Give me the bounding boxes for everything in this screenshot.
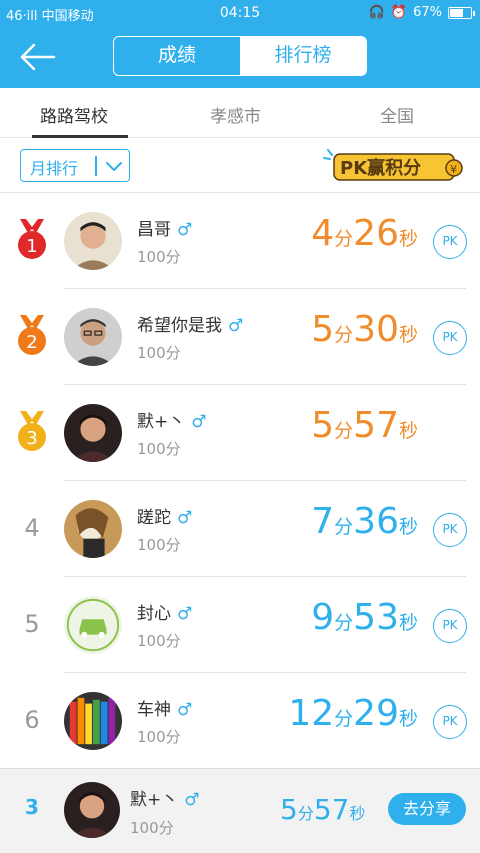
avatar[interactable] xyxy=(64,404,122,462)
user-score: 100分 xyxy=(137,536,181,554)
exam-time: 7分36秒 xyxy=(311,501,418,542)
chevron-down-icon xyxy=(106,162,122,171)
male-icon: ♂ xyxy=(177,604,193,624)
user-name: 希望你是我 ♂ xyxy=(137,316,244,336)
my-rank-bar: 3 默+丶 ♂ 100分 5分57秒 去分享 xyxy=(0,768,480,853)
avatar[interactable] xyxy=(64,308,122,366)
list-item[interactable]: 3 默+丶 ♂ 100分 5分57秒 xyxy=(0,385,480,481)
svg-text:PK赢积分: PK赢积分 xyxy=(340,157,421,179)
avatar-photo-young-icon xyxy=(64,404,122,462)
user-name: 车神 ♂ xyxy=(137,700,193,720)
rank-number: 6 xyxy=(24,706,40,734)
dropdown-divider xyxy=(95,156,97,176)
period-dropdown[interactable]: 月排行 xyxy=(20,149,130,182)
segmented-control: 成绩 排行榜 xyxy=(113,36,367,76)
exam-time: 9分53秒 xyxy=(311,597,418,638)
status-icons: 🎧 ⏰ 67% xyxy=(368,5,475,20)
my-avatar[interactable] xyxy=(64,782,120,838)
avatar-photo-icon xyxy=(64,782,120,838)
avatar-photo-boy-icon xyxy=(64,212,122,270)
headset-icon: 🎧 xyxy=(368,5,385,20)
alarm-icon: ⏰ xyxy=(390,5,408,20)
dropdown-value: 月排行 xyxy=(30,159,79,178)
list-item[interactable]: 1 昌哥 ♂ 100分 4分26秒 PK xyxy=(0,193,480,289)
male-icon: ♂ xyxy=(177,220,193,240)
header: 成绩 排行榜 xyxy=(0,26,480,88)
my-name: 默+丶 ♂ xyxy=(130,790,200,810)
medal-icon: 1 xyxy=(18,219,46,259)
exam-time: 4分26秒 xyxy=(311,213,418,254)
avatar-photo-girl-icon xyxy=(64,500,122,558)
user-score: 100分 xyxy=(137,248,181,266)
segment-scores[interactable]: 成绩 xyxy=(114,37,240,75)
battery-percent: 67% xyxy=(413,5,442,20)
user-score: 100分 xyxy=(137,440,181,458)
segment-leaderboard[interactable]: 排行榜 xyxy=(240,37,366,75)
user-name: 昌哥 ♂ xyxy=(137,220,193,240)
avatar[interactable] xyxy=(64,692,122,750)
pk-logo-icon: PK赢积分 ¥ xyxy=(323,149,463,181)
male-icon: ♂ xyxy=(177,700,193,720)
avatar[interactable] xyxy=(64,596,122,654)
male-icon: ♂ xyxy=(191,412,207,432)
back-arrow-icon xyxy=(20,43,56,71)
list-item[interactable]: 2 希望你是我 ♂ 100分 5分30秒 PK xyxy=(0,289,480,385)
battery-icon xyxy=(448,6,475,19)
pk-button[interactable]: PK xyxy=(433,513,467,547)
medal-icon: 2 xyxy=(18,315,46,355)
tab-national[interactable]: 全国 xyxy=(380,102,414,127)
list-item[interactable]: 6 车神 ♂ 100分 12分29秒 PK xyxy=(0,673,480,769)
back-button[interactable] xyxy=(18,40,58,74)
user-name: 默+丶 ♂ xyxy=(137,412,207,432)
avatar[interactable] xyxy=(64,500,122,558)
filter-row: 月排行 PK赢积分 ¥ xyxy=(0,138,480,193)
avatar-car-icon-icon xyxy=(64,596,122,654)
status-bar: 46·ill 中国移动 04:15 🎧 ⏰ 67% xyxy=(0,0,480,26)
share-button[interactable]: 去分享 xyxy=(388,793,466,825)
user-score: 100分 xyxy=(137,632,181,650)
rank-number: 5 xyxy=(24,610,40,638)
avatar-photo-glasses-icon xyxy=(64,308,122,366)
tab-school[interactable]: 路路驾校 xyxy=(40,102,108,127)
male-icon: ♂ xyxy=(177,508,193,528)
rank-number: 2 xyxy=(26,332,37,353)
user-score: 100分 xyxy=(137,728,181,746)
exam-time: 5分57秒 xyxy=(311,405,418,446)
user-name: 蹉跎 ♂ xyxy=(137,508,193,528)
pk-button[interactable]: PK xyxy=(433,225,467,259)
exam-time: 5分30秒 xyxy=(311,309,418,350)
rank-number: 1 xyxy=(26,236,37,257)
scope-tabs: 路路驾校 孝感市 全国 xyxy=(0,88,480,138)
male-icon: ♂ xyxy=(228,316,244,336)
user-score: 100分 xyxy=(137,344,181,362)
avatar[interactable] xyxy=(64,212,122,270)
my-rank-number: 3 xyxy=(25,795,39,819)
list-item[interactable]: 5 封心 ♂ 100分 9分53秒 PK xyxy=(0,577,480,673)
pk-button[interactable]: PK xyxy=(433,609,467,643)
user-name: 封心 ♂ xyxy=(137,604,193,624)
my-score: 100分 xyxy=(130,819,174,837)
list-item[interactable]: 4 蹉跎 ♂ 100分 7分36秒 PK xyxy=(0,481,480,577)
pk-button[interactable]: PK xyxy=(433,321,467,355)
pk-button[interactable]: PK xyxy=(433,705,467,739)
avatar-pencils-icon xyxy=(64,692,122,750)
tab-city[interactable]: 孝感市 xyxy=(210,102,261,127)
medal-icon: 3 xyxy=(18,411,46,451)
my-time: 5分57秒 xyxy=(280,793,366,826)
male-icon: ♂ xyxy=(184,790,200,810)
pk-points-banner[interactable]: PK赢积分 ¥ xyxy=(322,146,468,186)
exam-time: 12分29秒 xyxy=(288,693,418,734)
svg-text:¥: ¥ xyxy=(450,163,457,176)
rank-number: 4 xyxy=(24,514,40,542)
rank-number: 3 xyxy=(26,428,37,449)
